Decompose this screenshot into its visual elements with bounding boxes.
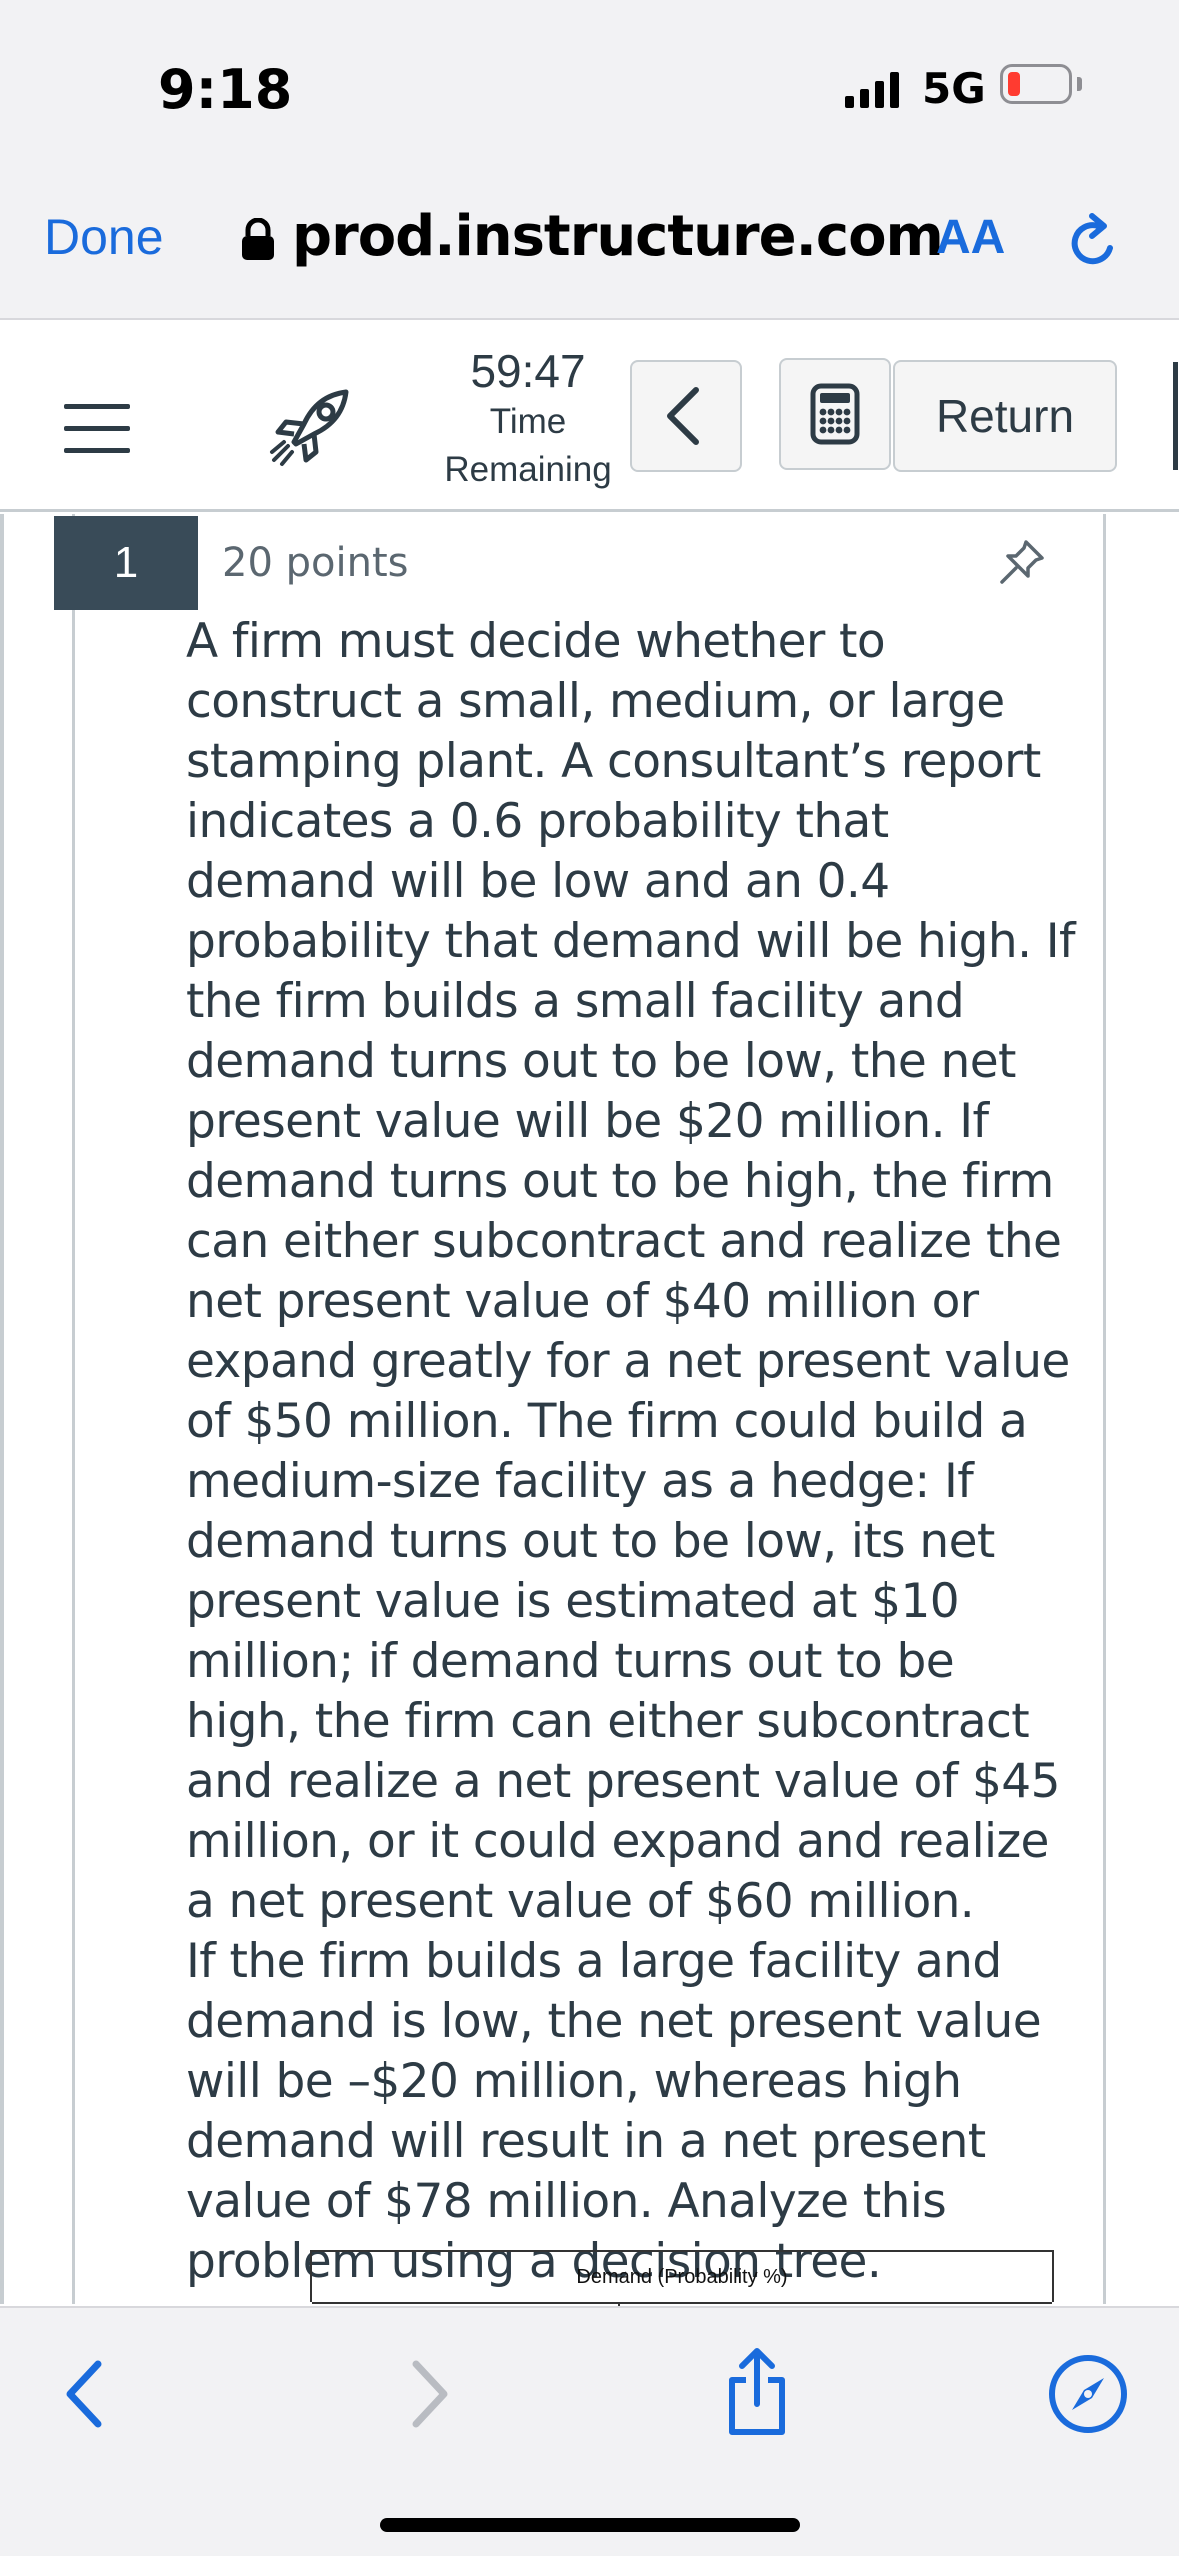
demand-table: Demand (Probability %) — [310, 2250, 1054, 2314]
chevron-left-icon — [667, 387, 699, 445]
url-field[interactable]: prod.instructure.com — [292, 204, 944, 269]
lock-icon — [242, 218, 274, 260]
calculator-button[interactable] — [779, 358, 891, 470]
compass-icon[interactable] — [1046, 2352, 1130, 2436]
demand-table-header: Demand (Probability %) — [312, 2252, 1052, 2304]
question-number: 1 — [54, 516, 198, 610]
done-button[interactable]: Done — [44, 208, 164, 266]
toolbar-edge-button — [1173, 362, 1178, 470]
home-indicator — [380, 2518, 800, 2532]
battery-tip — [1077, 77, 1082, 91]
hamburger-icon[interactable] — [64, 404, 130, 470]
battery-icon — [1000, 64, 1072, 104]
question-points: 20 points — [222, 540, 409, 586]
status-time: 9:18 — [158, 58, 293, 121]
share-icon[interactable] — [722, 2344, 792, 2440]
timer-label-time: Time — [489, 402, 567, 441]
network-label: 5G — [922, 64, 986, 113]
chevron-right-icon[interactable] — [400, 2354, 460, 2434]
reload-icon[interactable] — [1062, 212, 1126, 276]
timer: 59:47 Time Remaining — [440, 344, 616, 494]
timer-label-remaining: Remaining — [444, 450, 612, 489]
previous-question-button[interactable] — [630, 360, 742, 472]
question-paragraph-1: A firm must decide whether to construct … — [186, 614, 1076, 1929]
chevron-left-icon[interactable] — [56, 2354, 116, 2434]
question-text: A firm must decide whether to construct … — [186, 612, 1076, 2292]
timer-value: 59:47 — [470, 345, 586, 397]
question-paragraph-2: If the firm builds a large facility and … — [186, 1934, 1042, 2289]
page-edge-line — [0, 514, 4, 2304]
quiz-toolbar: 59:47 Time Remaining Return — [0, 322, 1179, 512]
pin-icon[interactable] — [998, 536, 1048, 586]
signal-icon — [845, 70, 899, 108]
rocket-icon[interactable] — [268, 384, 354, 470]
text-size-button[interactable]: AA — [936, 210, 1005, 265]
browser-header: 9:18 5G Done prod.instructure.com AA — [0, 0, 1179, 320]
calculator-icon — [810, 383, 860, 445]
return-button[interactable]: Return — [893, 360, 1117, 472]
